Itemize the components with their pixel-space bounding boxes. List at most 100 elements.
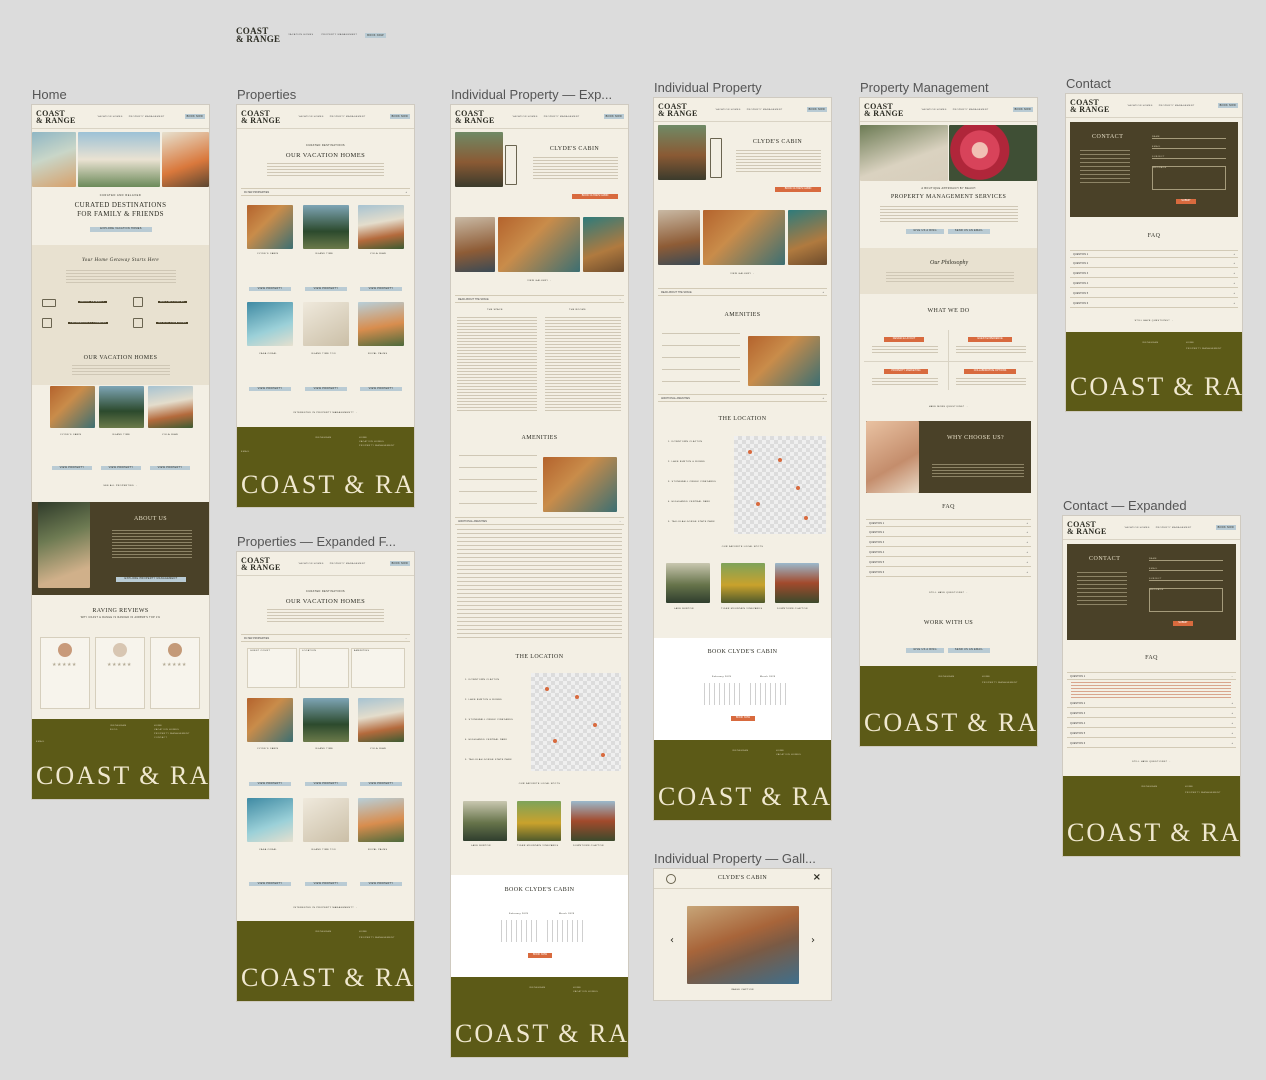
footer-link-2[interactable]: VACATION HOMES xyxy=(154,729,179,731)
home-card-button-3[interactable]: VIEW PROPERTY xyxy=(150,466,190,470)
location-item-3[interactable]: 3. STONEWALL CREEK VINEYARDS xyxy=(465,719,513,721)
still-questions-link[interactable]: STILL HAVE QUESTIONS? → xyxy=(1063,761,1240,763)
nav-property-management[interactable]: PROPERTY MANAGEMENT xyxy=(544,116,580,118)
location-map[interactable] xyxy=(734,436,826,534)
still-questions-link[interactable]: STILL HAVE QUESTIONS? → xyxy=(1066,320,1242,322)
view-gallery-link[interactable]: VIEW GALLERY → xyxy=(654,273,831,275)
gallery-thumb-2[interactable] xyxy=(703,210,785,265)
contact-field-name[interactable]: NAME xyxy=(1152,136,1226,139)
brand-logo[interactable]: COAST & RANGE xyxy=(455,109,495,124)
book-now-button[interactable]: BOOK NOW xyxy=(603,114,624,119)
work-email-button[interactable]: SEND US AN EMAIL xyxy=(948,648,990,653)
filter-amenities[interactable]: AMENITIES xyxy=(351,648,405,688)
book-now-button[interactable]: BOOK NOW xyxy=(1012,107,1033,112)
property-card-image-4[interactable] xyxy=(247,302,293,346)
contact-field-message[interactable]: MESSAGE xyxy=(1149,588,1223,612)
property-card-button-3[interactable]: VIEW PROPERTY xyxy=(360,782,402,786)
property-card-button-6[interactable]: VIEW PROPERTY xyxy=(360,387,402,391)
faq-question-5[interactable]: QUESTION 5 + xyxy=(1070,290,1238,298)
map-pin-icon[interactable] xyxy=(796,486,800,490)
footer-link-1[interactable]: HOME xyxy=(1186,342,1194,344)
contact-field-subject[interactable]: SUBJECT xyxy=(1149,578,1223,581)
book-property-button[interactable]: BOOK CLYDE'S CABIN xyxy=(572,194,618,199)
property-card-image-2[interactable] xyxy=(303,205,349,249)
more-questions-link[interactable]: HAVE MORE QUESTIONS? → xyxy=(860,406,1037,408)
book-property-button[interactable]: BOOK CLYDE'S CABIN xyxy=(775,187,821,192)
pm-interest-link[interactable]: INTERESTED IN PROPERTY MANAGEMENT? → xyxy=(237,412,414,414)
filter-guest-count[interactable]: GUEST COUNT xyxy=(247,648,297,688)
property-card-button-5[interactable]: VIEW PROPERTY xyxy=(305,882,347,886)
map-pin-icon[interactable] xyxy=(553,739,557,743)
location-item-1[interactable]: 1. DOWNTOWN CLAYTON xyxy=(668,441,702,443)
property-card-button-6[interactable]: VIEW PROPERTY xyxy=(360,882,402,886)
filter-toggle[interactable]: FILTER PROPERTIES + xyxy=(241,188,410,196)
property-card-image-1[interactable] xyxy=(247,698,293,742)
faq-question-3[interactable]: QUESTION 3 + xyxy=(1067,710,1236,718)
property-card-button-3[interactable]: VIEW PROPERTY xyxy=(360,287,402,291)
additional-amenities-toggle[interactable]: ADDITIONAL AMENITIES + xyxy=(658,394,827,402)
location-map[interactable] xyxy=(531,673,621,771)
nav-property-management[interactable]: PROPERTY MANAGEMENT xyxy=(1156,527,1192,529)
contact-field-email[interactable]: EMAIL xyxy=(1149,568,1223,571)
footer-link-1[interactable]: HOME xyxy=(359,437,367,439)
nav-vacation-homes[interactable]: VACATION HOMES xyxy=(299,563,324,565)
location-item-3[interactable]: 3. STONEWALL CREEK VINEYARDS xyxy=(668,481,716,483)
calendar-grid-2[interactable] xyxy=(750,683,786,705)
nav-property-management[interactable]: PROPERTY MANAGEMENT xyxy=(321,34,357,36)
nav-property-management[interactable]: PROPERTY MANAGEMENT xyxy=(330,563,366,565)
footer-social-1[interactable]: INSTAGRAM xyxy=(938,676,954,678)
footer-link-1[interactable]: HOME xyxy=(1185,786,1193,788)
book-now-button[interactable]: BOOK NOW xyxy=(365,32,386,38)
nav-vacation-homes[interactable]: VACATION HOMES xyxy=(299,116,324,118)
brand-logo[interactable]: COAST & RANGE xyxy=(864,102,904,117)
nav-vacation-homes[interactable]: VACATION HOMES xyxy=(716,109,741,111)
pm-call-button[interactable]: GIVE US A RING xyxy=(906,229,944,234)
nav-vacation-homes[interactable]: VACATION HOMES xyxy=(922,109,947,111)
map-pin-icon[interactable] xyxy=(804,516,808,520)
brand-logo[interactable]: COAST & RANGE xyxy=(1067,520,1107,535)
location-item-2[interactable]: 2. LAKE BURTON & ROBBS xyxy=(465,699,502,701)
property-card-button-2[interactable]: VIEW PROPERTY xyxy=(305,782,347,786)
calendar-grid-1[interactable] xyxy=(501,920,537,942)
gallery-thumb-3[interactable] xyxy=(788,210,827,265)
brand-logo[interactable]: COAST & RANGE xyxy=(36,109,76,124)
book-now-button[interactable]: BOOK NOW xyxy=(389,114,410,119)
property-card-image-5[interactable] xyxy=(303,302,349,346)
book-now-button[interactable]: BOOK NOW xyxy=(806,107,827,112)
footer-social-1[interactable]: INSTAGRAM xyxy=(529,987,545,989)
home-card-button-1[interactable]: VIEW PROPERTY xyxy=(52,466,92,470)
property-card-image-5[interactable] xyxy=(303,798,349,842)
footer-social-1[interactable]: INSTAGRAM xyxy=(732,750,748,752)
property-card-button-1[interactable]: VIEW PROPERTY xyxy=(249,782,291,786)
gallery-thumb-2[interactable] xyxy=(498,217,580,272)
property-card-button-5[interactable]: VIEW PROPERTY xyxy=(305,387,347,391)
calendar-grid-2[interactable] xyxy=(547,920,583,942)
additional-amenities-toggle[interactable]: ADDITIONAL AMENITIES − xyxy=(455,517,624,525)
footer-link-2[interactable]: VACATION HOMES xyxy=(359,441,384,443)
property-card-image-1[interactable] xyxy=(247,205,293,249)
gallery-thumb-3[interactable] xyxy=(583,217,624,272)
faq-question-1[interactable]: QUESTION 1− xyxy=(1067,672,1236,680)
faq-question-6[interactable]: QUESTION 6 + xyxy=(866,569,1031,577)
footer-social-1[interactable]: INSTAGRAM xyxy=(315,931,331,933)
brand-logo[interactable]: COAST & RANGE xyxy=(241,556,281,571)
footer-social-1[interactable]: INSTAGRAM xyxy=(1141,786,1157,788)
map-pin-icon[interactable] xyxy=(545,687,549,691)
book-now-button[interactable]: BOOK NOW xyxy=(184,114,205,119)
close-icon[interactable]: × xyxy=(813,872,821,883)
faq-question-6[interactable]: QUESTION 6 + xyxy=(1067,740,1236,748)
property-card-button-2[interactable]: VIEW PROPERTY xyxy=(305,287,347,291)
faq-question-2[interactable]: QUESTION 2 + xyxy=(1070,260,1238,268)
faq-question-4[interactable]: QUESTION 4 + xyxy=(1070,280,1238,288)
brand-logo[interactable]: COAST & RANGE xyxy=(236,27,280,44)
location-item-5[interactable]: 5. TALLULAH GORGE STATE PARK xyxy=(465,759,512,761)
footer-link-3[interactable]: PROPERTY MANAGEMENT xyxy=(359,445,395,447)
property-card-image-2[interactable] xyxy=(303,698,349,742)
home-card-button-2[interactable]: VIEW PROPERTY xyxy=(101,466,141,470)
map-pin-icon[interactable] xyxy=(575,695,579,699)
map-pin-icon[interactable] xyxy=(778,458,782,462)
faq-question-1[interactable]: QUESTION 1 + xyxy=(1070,250,1238,258)
book-now-button[interactable]: BOOK NOW xyxy=(1215,525,1236,530)
map-pin-icon[interactable] xyxy=(601,753,605,757)
footer-link-3[interactable]: PROPERTY MANAGEMENT xyxy=(1186,348,1222,350)
